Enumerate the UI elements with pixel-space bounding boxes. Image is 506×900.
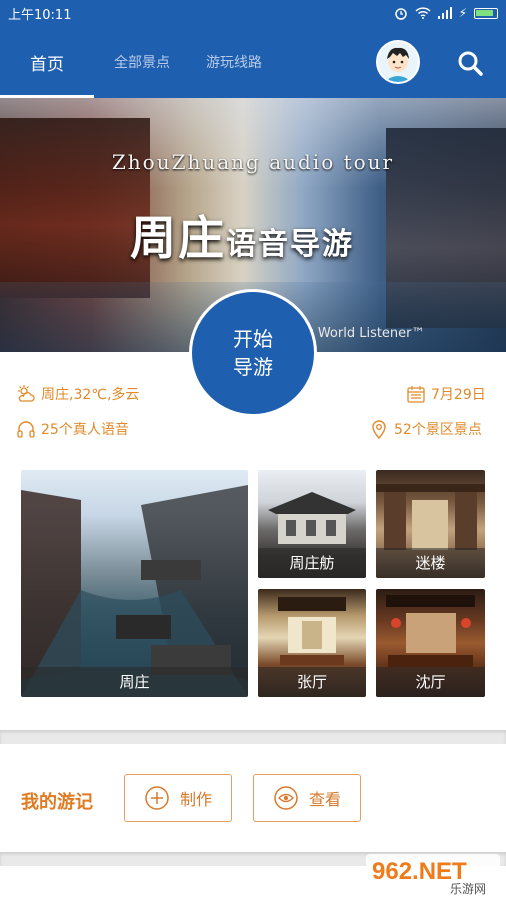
create-journal-button[interactable]: 制作 (124, 774, 232, 822)
tab-routes[interactable]: 游玩线路 (190, 26, 278, 98)
plus-circle-icon (145, 786, 169, 810)
user-avatar-icon[interactable] (376, 40, 420, 84)
watermark-bottom-text: 乐游网 (450, 882, 486, 896)
headphones-icon (17, 421, 35, 438)
start-tour-line2: 导游 (233, 355, 273, 379)
tab-home[interactable]: 首页 (0, 26, 94, 98)
eye-icon (274, 786, 298, 810)
status-bar: 上午10:11 ⚡ (0, 0, 506, 26)
weather-text: 周庄,32℃,多云 (41, 387, 140, 403)
signal-icon (437, 7, 452, 19)
tile-zhouzhuang[interactable]: 周庄 (21, 470, 248, 697)
tile-milou-label: 迷楼 (376, 548, 485, 578)
start-tour-button[interactable]: 开始 导游 (189, 289, 317, 417)
site-watermark-logo: 962.NET 乐游网 (366, 854, 500, 896)
tab-home-label: 首页 (30, 54, 64, 75)
weather-info: 周庄,32℃,多云 (16, 384, 139, 404)
view-journal-button[interactable]: 查看 (253, 774, 361, 822)
top-navigation: 首页 全部景点 游玩线路 (0, 26, 506, 98)
status-time: 上午10:11 (8, 7, 72, 23)
journal-title: 我的游记 (21, 792, 93, 813)
view-journal-label: 查看 (308, 790, 341, 809)
tile-zhangting-label: 张厅 (258, 667, 366, 697)
tile-zhouzhuang-fang[interactable]: 周庄舫 (258, 470, 366, 578)
tile-shenting-label: 沈厅 (376, 667, 485, 697)
banner-subtitle: y World Listener™ (306, 326, 425, 341)
wifi-icon (415, 7, 431, 19)
tile-shenting[interactable]: 沈厅 (376, 589, 485, 697)
create-journal-label: 制作 (179, 790, 212, 809)
alarm-icon (394, 8, 407, 20)
banner-title-cn-small: 语音导游 (226, 227, 354, 262)
tile-milou[interactable]: 迷楼 (376, 470, 485, 578)
tab-all-spots-label: 全部景点 (114, 55, 170, 71)
calendar-icon (407, 386, 425, 403)
watermark-top-text: 962.NET (372, 858, 467, 885)
status-icons: ⚡ (394, 6, 498, 20)
banner-title-cn: 周庄语音导游 (130, 202, 354, 268)
weather-icon (18, 385, 35, 402)
date-text: 7月29日 (431, 387, 486, 403)
tab-routes-label: 游玩线路 (206, 55, 262, 71)
spots-info: 52个景区景点 (369, 419, 482, 439)
tab-all-spots[interactable]: 全部景点 (94, 26, 190, 98)
battery-icon (474, 7, 498, 19)
start-tour-line1: 开始 (233, 327, 273, 351)
location-pin-icon (372, 420, 386, 439)
section-divider (0, 730, 506, 744)
tile-zhangting[interactable]: 张厅 (258, 589, 366, 697)
banner-building-left (0, 118, 150, 298)
banner-title-cn-main: 周庄 (130, 211, 226, 265)
charging-icon: ⚡ (458, 6, 467, 20)
tile-zhouzhuang-label: 周庄 (21, 667, 248, 697)
voices-text: 25个真人语音 (41, 422, 129, 438)
banner-title-en: ZhouZhuang audio tour (111, 150, 395, 174)
zhouzhuang-photo (21, 485, 248, 697)
tile-zhouzhuang-fang-label: 周庄舫 (258, 548, 366, 578)
search-icon[interactable] (455, 48, 485, 78)
voices-info: 25个真人语音 (16, 419, 129, 439)
journal-section: 我的游记 制作 查看 (0, 744, 506, 852)
spots-text: 52个景区景点 (394, 422, 482, 438)
date-info: 7月29日 (406, 384, 486, 404)
